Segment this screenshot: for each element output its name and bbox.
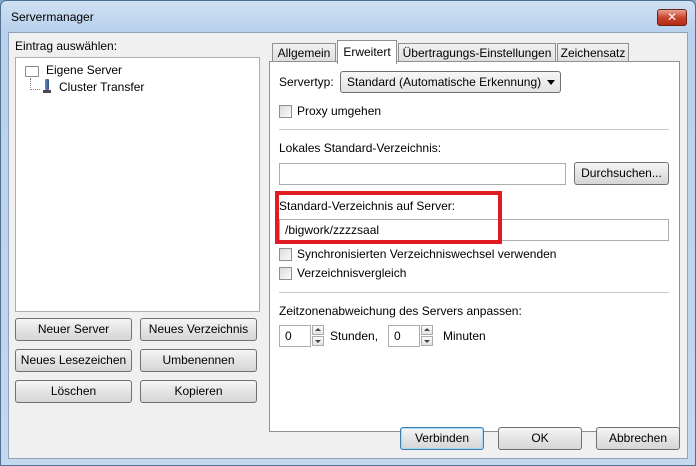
tab-transfer-settings[interactable]: Übertragungs-Einstellungen [398, 43, 556, 63]
cancel-button[interactable]: Abbrechen [596, 427, 680, 450]
new-bookmark-button[interactable]: Neues Lesezeichen [15, 349, 132, 372]
tab-general[interactable]: Allgemein [272, 43, 336, 63]
tab-advanced[interactable]: Erweitert [337, 40, 397, 64]
server-icon [43, 79, 51, 93]
sync-dir-checkbox[interactable] [279, 248, 292, 261]
hours-label: Stunden, [330, 329, 379, 343]
close-button[interactable]: ✕ [657, 9, 687, 26]
close-icon: ✕ [666, 10, 678, 24]
tree-connector-branch [30, 89, 40, 90]
hours-input[interactable]: 0 [279, 325, 311, 347]
dialog-client-area: Eintrag auswählen: Eigene Server Cluster… [8, 32, 688, 459]
proxy-label: Proxy umgehen [297, 104, 382, 118]
tree-label: Eintrag auswählen: [15, 39, 118, 53]
proxy-checkbox[interactable] [279, 105, 292, 118]
tree-item-my-servers[interactable]: Eigene Server [46, 63, 122, 77]
new-folder-button[interactable]: Neues Verzeichnis [140, 318, 257, 341]
title-bar[interactable]: Servermanager ✕ [1, 1, 695, 31]
folder-icon [25, 66, 39, 77]
local-dir-input[interactable] [279, 163, 566, 185]
ok-button[interactable]: OK [498, 427, 582, 450]
servermanager-window: Servermanager ✕ Eintrag auswählen: Eigen… [0, 0, 696, 466]
copy-button[interactable]: Kopieren [140, 380, 257, 403]
browse-button[interactable]: Durchsuchen... [574, 162, 669, 185]
new-server-button[interactable]: Neuer Server [15, 318, 132, 341]
server-type-value: Standard (Automatische Erkennung) [347, 75, 542, 89]
connect-button[interactable]: Verbinden [400, 427, 484, 450]
sync-dir-label: Synchronisierten Verzeichniswechsel verw… [297, 247, 557, 261]
minutes-input[interactable]: 0 [388, 325, 420, 347]
chevron-down-icon [547, 80, 555, 85]
separator-2 [279, 292, 669, 293]
local-dir-label: Lokales Standard-Verzeichnis: [279, 141, 442, 155]
timezone-label: Zeitzonenabweichung des Servers anpassen… [279, 304, 522, 318]
dir-compare-label: Verzeichnisvergleich [297, 266, 407, 280]
window-title: Servermanager [11, 10, 94, 24]
minutes-label: Minuten [443, 329, 486, 343]
minutes-spin-down-icon[interactable] [421, 336, 433, 346]
highlight-box [275, 191, 502, 244]
tab-charset[interactable]: Zeichensatz [557, 43, 629, 63]
tree-item-cluster-transfer[interactable]: Cluster Transfer [59, 80, 144, 94]
server-tree[interactable]: Eigene Server Cluster Transfer [15, 57, 260, 312]
hours-spin-up-icon[interactable] [312, 325, 324, 335]
hours-spin-down-icon[interactable] [312, 336, 324, 346]
minutes-spin-up-icon[interactable] [421, 325, 433, 335]
server-type-select[interactable]: Standard (Automatische Erkennung) [340, 71, 561, 93]
delete-button[interactable]: Löschen [15, 380, 132, 403]
separator [279, 129, 669, 130]
rename-button[interactable]: Umbenennen [140, 349, 257, 372]
server-type-label: Servertyp: [279, 75, 334, 89]
dir-compare-checkbox[interactable] [279, 267, 292, 280]
